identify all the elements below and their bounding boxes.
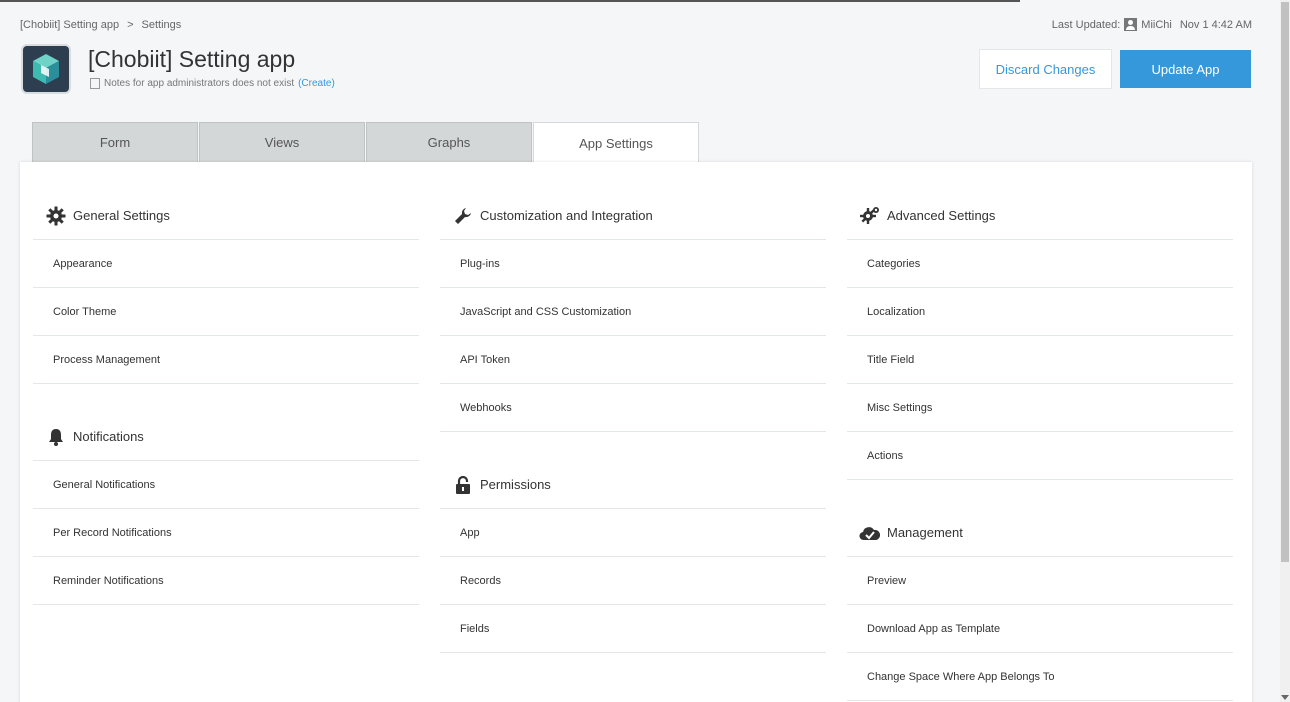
- last-updated-time: Nov 1 4:42 AM: [1179, 18, 1252, 31]
- preview-link[interactable]: Preview: [847, 557, 1233, 605]
- cloud-check-icon: [859, 522, 881, 544]
- per-record-notifications-link[interactable]: Per Record Notifications: [33, 509, 419, 557]
- plug-ins-link[interactable]: Plug-ins: [440, 240, 826, 288]
- customization-heading: Customization and Integration: [440, 192, 826, 240]
- management-title: Management: [887, 525, 963, 540]
- update-app-button[interactable]: Update App: [1120, 50, 1251, 88]
- scroll-down-arrow-icon[interactable]: [1281, 695, 1289, 700]
- create-notes-link[interactable]: (Create): [298, 78, 335, 89]
- admin-notes: Notes for app administrators does not ex…: [90, 78, 335, 89]
- breadcrumb-app-link[interactable]: [Chobiit] Setting app: [20, 19, 119, 31]
- download-template-link[interactable]: Download App as Template: [847, 605, 1233, 653]
- last-updated: Last Updated: MiiChi Nov 1 4:42 AM: [1052, 18, 1252, 31]
- js-css-customization-link[interactable]: JavaScript and CSS Customization: [440, 288, 826, 336]
- api-token-link[interactable]: API Token: [440, 336, 826, 384]
- discard-changes-button[interactable]: Discard Changes: [979, 49, 1112, 89]
- field-permissions-link[interactable]: Fields: [440, 605, 826, 653]
- notifications-heading: Notifications: [33, 413, 419, 461]
- tab-graphs[interactable]: Graphs: [366, 122, 532, 162]
- last-updated-label: Last Updated:: [1051, 18, 1121, 31]
- bell-icon: [45, 426, 67, 448]
- tab-form[interactable]: Form: [32, 122, 198, 162]
- advanced-settings-heading: Advanced Settings: [847, 192, 1233, 240]
- tab-views[interactable]: Views: [199, 122, 365, 162]
- app-icon: [21, 44, 71, 94]
- management-heading: Management: [847, 509, 1233, 557]
- app-title: [Chobiit] Setting app: [88, 46, 296, 72]
- permissions-heading: Permissions: [440, 461, 826, 509]
- tab-app-settings[interactable]: App Settings: [533, 122, 699, 163]
- admin-notes-text: Notes for app administrators does not ex…: [104, 78, 295, 89]
- breadcrumb-separator: >: [127, 19, 134, 31]
- advanced-settings-title: Advanced Settings: [887, 208, 996, 223]
- categories-link[interactable]: Categories: [847, 240, 1233, 288]
- actions-link[interactable]: Actions: [847, 432, 1233, 480]
- app-permissions-link[interactable]: App: [440, 509, 826, 557]
- notifications-title: Notifications: [73, 429, 144, 444]
- note-edit-icon: [90, 78, 100, 89]
- breadcrumb: [Chobiit] Setting app > Settings: [20, 19, 181, 31]
- user-icon: [1124, 18, 1138, 31]
- permissions-title: Permissions: [480, 477, 551, 492]
- lock-icon: [452, 474, 474, 496]
- settings-tabs: Form Views Graphs App Settings: [32, 122, 700, 163]
- gear-icon: [45, 205, 67, 227]
- settings-panel: General Settings Appearance Color Theme …: [20, 162, 1252, 702]
- record-permissions-link[interactable]: Records: [440, 557, 826, 605]
- localization-link[interactable]: Localization: [847, 288, 1233, 336]
- settings-column-1: General Settings Appearance Color Theme …: [33, 192, 419, 605]
- customization-title: Customization and Integration: [480, 208, 653, 223]
- general-settings-title: General Settings: [73, 208, 170, 223]
- page-scrollbar[interactable]: [1280, 0, 1290, 702]
- title-field-link[interactable]: Title Field: [847, 336, 1233, 384]
- reminder-notifications-link[interactable]: Reminder Notifications: [33, 557, 419, 605]
- settings-column-2: Customization and Integration Plug-ins J…: [440, 192, 826, 653]
- gears-icon: [859, 205, 881, 227]
- color-theme-link[interactable]: Color Theme: [33, 288, 419, 336]
- settings-column-3: Advanced Settings Categories Localizatio…: [847, 192, 1233, 701]
- webhooks-link[interactable]: Webhooks: [440, 384, 826, 432]
- general-notifications-link[interactable]: General Notifications: [33, 461, 419, 509]
- misc-settings-link[interactable]: Misc Settings: [847, 384, 1233, 432]
- general-settings-heading: General Settings: [33, 192, 419, 240]
- change-space-link[interactable]: Change Space Where App Belongs To: [847, 653, 1233, 701]
- breadcrumb-current: Settings: [141, 19, 182, 31]
- wrench-icon: [452, 205, 474, 227]
- scrollbar-thumb[interactable]: [1281, 2, 1289, 562]
- loading-bar: [0, 0, 1020, 2]
- process-management-link[interactable]: Process Management: [33, 336, 419, 384]
- last-updated-user[interactable]: MiiChi: [1141, 19, 1172, 31]
- appearance-link[interactable]: Appearance: [33, 240, 419, 288]
